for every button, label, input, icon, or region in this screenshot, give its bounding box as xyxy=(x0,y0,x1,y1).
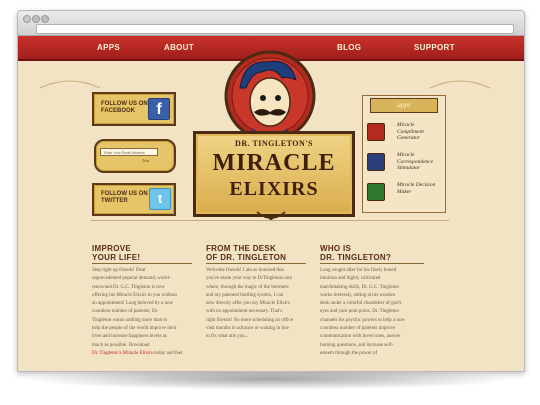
desk-line: to fix what ails you... xyxy=(206,334,249,340)
email-input[interactable]: Enter Your Email Address xyxy=(100,148,158,156)
desk-heading-line-2: OF DR. TINGLETON xyxy=(206,253,287,262)
improve-line: offering his Miracle Elixirs to you with… xyxy=(92,292,177,298)
desk-body: Welcome friends! I am so honored that yo… xyxy=(206,267,308,342)
nav-about[interactable]: ABOUT xyxy=(164,43,194,52)
desk-line: where, through the magic of the Internet… xyxy=(206,284,289,290)
improve-line: renowned Dr. G.C. Tingleton is now xyxy=(92,284,165,290)
decision-maker-icon xyxy=(367,183,385,201)
logo-title-small: DR. TINGLETON'S xyxy=(235,139,313,148)
improve-line: an appointment! Long beloved by a now xyxy=(92,301,174,307)
desk-line: and my patented bottling system, I can xyxy=(206,292,284,298)
zoom-window-icon[interactable] xyxy=(41,15,49,23)
dr-tingleton-portrait xyxy=(224,50,316,140)
who-line: communication with loved ones, answer xyxy=(320,334,401,340)
facebook-follow-tile[interactable]: FOLLOW US ON FACEBOOK f xyxy=(92,92,176,126)
who-body: Long sought after for his finely honed i… xyxy=(320,267,424,358)
twitter-follow-tile[interactable]: FOLLOW US ON TWITTER t xyxy=(92,183,176,216)
who-heading: WHO IS DR. TINGLETON? xyxy=(320,244,391,262)
desk-line: visit months in advance or waiting in li… xyxy=(206,326,289,332)
desk-heading: FROM THE DESK OF DR. TINGLETON xyxy=(206,244,286,262)
facebook-icon[interactable]: f xyxy=(148,98,170,120)
improve-line: countless number of patients, Dr. xyxy=(92,309,159,315)
improve-heading-line-2: YOUR LIFE! xyxy=(92,253,141,262)
browser-toolbar xyxy=(18,11,524,36)
facebook-label-1: FOLLOW US ON xyxy=(101,101,148,107)
twitter-label-2: TWITTER xyxy=(101,198,128,204)
who-line: desk under a colorful chandelier of god'… xyxy=(320,301,402,307)
who-line: burning questions, and increase self- xyxy=(320,342,394,348)
app-item-label: Miracle Correspondence Stimulator xyxy=(397,152,434,171)
who-heading-rule xyxy=(320,263,424,264)
twitter-bird-icon[interactable]: t xyxy=(149,188,171,210)
miracle-elixirs-logo: DR. TINGLETON'S MIRACLE ELIXIRS xyxy=(193,131,355,217)
apps-panel-header: apps xyxy=(370,98,438,113)
who-line: esteem through the power of xyxy=(320,350,378,356)
who-line: works tirelessly, sitting at his wooden xyxy=(320,292,396,298)
compliment-generator-icon xyxy=(367,123,385,141)
improve-tail: today and feel xyxy=(154,350,183,356)
app-item-label: Miracle Decision Maker xyxy=(397,182,436,195)
app-item-label: Miracle Compliment Generator xyxy=(397,122,424,141)
improve-line: Step right up friends! Dear xyxy=(92,268,146,273)
minimize-window-icon[interactable] xyxy=(32,15,40,23)
improve-heading: IMPROVE YOUR LIFE! xyxy=(92,244,140,262)
desk-line: with no appointment necessary. That's xyxy=(206,309,283,315)
who-heading-line-1: WHO IS xyxy=(320,244,352,253)
nav-apps[interactable]: APPS xyxy=(97,43,120,52)
nav-support[interactable]: SUPPORT xyxy=(414,43,455,52)
app-item-correspondence-stimulator[interactable]: Miracle Correspondence Stimulator xyxy=(366,150,440,177)
improve-line: lives and increase happiness levels as xyxy=(92,334,167,340)
improve-body: Step right up friends! Dear unprecedente… xyxy=(92,267,192,358)
who-line: eyes and yarn pom poms. Dr. Tingleton xyxy=(320,309,399,315)
improve-line: help the people of the world improve the… xyxy=(92,326,177,332)
improve-heading-line-1: IMPROVE xyxy=(92,244,131,253)
improve-heading-rule xyxy=(92,263,192,264)
logo-title-miracle: MIRACLE xyxy=(212,150,336,176)
who-line: intuition and highly cultivated xyxy=(320,276,381,282)
miracle-elixirs-link[interactable]: Dr. Tingleton's Miracle Elixirs xyxy=(92,351,153,356)
logo-title-elixirs: ELIXIRS xyxy=(229,178,319,200)
facebook-label-2: FACEBOOK xyxy=(101,108,136,114)
who-line: Long sought after for his finely honed xyxy=(320,268,397,273)
who-line: countless number of patients improve xyxy=(320,326,396,332)
who-line: matchmaking skills, Dr. G.C. Tingleton xyxy=(320,284,399,290)
app-item-compliment-generator[interactable]: Miracle Compliment Generator xyxy=(366,120,440,147)
improve-line: Tingleton wants nothing more than to xyxy=(92,317,168,323)
improve-line: unprecedented popular demand, world- xyxy=(92,276,171,282)
desk-line: you've made your way to DrTingleton.com xyxy=(206,276,292,282)
section-divider xyxy=(91,220,449,221)
twitter-label-1: FOLLOW US ON xyxy=(101,191,148,197)
address-bar[interactable] xyxy=(36,24,514,34)
improve-line: much as possible. Download xyxy=(92,342,150,348)
desk-line: right friends! No more scheduling an off… xyxy=(206,317,293,323)
desk-heading-rule xyxy=(206,263,306,264)
close-window-icon[interactable] xyxy=(23,15,31,23)
who-heading-line-2: DR. TINGLETON? xyxy=(320,253,392,262)
app-item-decision-maker[interactable]: Miracle Decision Maker xyxy=(366,180,440,207)
who-line: channels his psychic powers to help a no… xyxy=(320,317,406,323)
join-button[interactable]: Join xyxy=(142,158,149,163)
desk-heading-line-1: FROM THE DESK xyxy=(206,244,277,253)
correspondence-stimulator-icon xyxy=(367,153,385,171)
desk-line: Welcome friends! I am so honored that xyxy=(206,268,284,273)
nav-blog[interactable]: BLOG xyxy=(337,43,361,52)
desk-line: now directly offer you my Miracle Elixir… xyxy=(206,301,290,307)
